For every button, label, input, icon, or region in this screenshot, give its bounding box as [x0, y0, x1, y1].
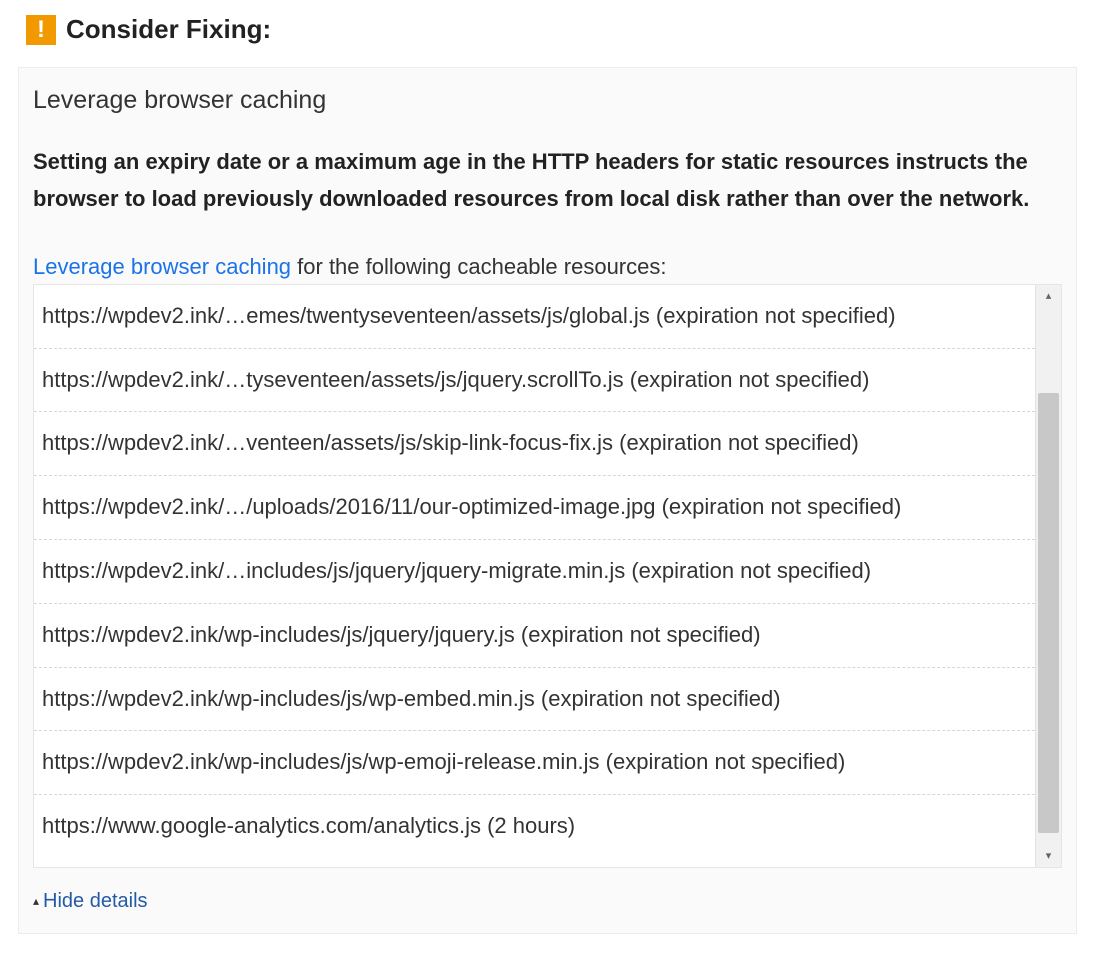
resource-row: https://wpdev2.ink/…emes/twentyseventeen…	[34, 285, 1035, 349]
hide-details-toggle[interactable]: ▴ Hide details	[33, 890, 1062, 913]
resource-row: https://wpdev2.ink/wp-includes/js/wp-emo…	[34, 731, 1035, 795]
resource-row: https://wpdev2.ink/…tyseventeen/assets/j…	[34, 349, 1035, 413]
resource-row: https://wpdev2.ink/wp-includes/js/wp-emb…	[34, 668, 1035, 732]
warning-glyph: !	[37, 18, 45, 42]
collapse-triangle-icon: ▴	[33, 894, 39, 908]
resource-row: https://wpdev2.ink/…includes/js/jquery/j…	[34, 540, 1035, 604]
pagespeed-fixing-panel: ! Consider Fixing: Leverage browser cach…	[0, 0, 1095, 958]
resource-row: https://www.google-analytics.com/analyti…	[34, 795, 1035, 858]
section-header: ! Consider Fixing:	[26, 14, 1077, 45]
resource-row: https://wpdev2.ink/…venteen/assets/js/sk…	[34, 412, 1035, 476]
warning-icon: !	[26, 15, 56, 45]
scroll-track[interactable]	[1036, 307, 1061, 845]
scroll-up-button[interactable]: ▴	[1036, 285, 1061, 307]
issue-panel: Leverage browser caching Setting an expi…	[18, 67, 1077, 934]
leverage-caching-link[interactable]: Leverage browser caching	[33, 254, 291, 279]
issue-title: Leverage browser caching	[33, 86, 1062, 115]
section-title: Consider Fixing:	[66, 14, 271, 45]
resource-row: https://wpdev2.ink/…/uploads/2016/11/our…	[34, 476, 1035, 540]
resource-list-box: https://wpdev2.ink/…emes/twentyseventeen…	[33, 284, 1062, 868]
scrollbar[interactable]: ▴ ▾	[1035, 285, 1061, 867]
action-suffix: for the following cacheable resources:	[291, 254, 666, 279]
hide-details-label: Hide details	[43, 890, 148, 913]
resource-scroll-area: https://wpdev2.ink/…emes/twentyseventeen…	[34, 285, 1035, 867]
resource-row: https://wpdev2.ink/wp-includes/js/jquery…	[34, 604, 1035, 668]
issue-description: Setting an expiry date or a maximum age …	[33, 143, 1062, 218]
scroll-down-button[interactable]: ▾	[1036, 845, 1061, 867]
scroll-thumb[interactable]	[1038, 393, 1059, 833]
issue-action-line: Leverage browser caching for the followi…	[33, 254, 1062, 280]
